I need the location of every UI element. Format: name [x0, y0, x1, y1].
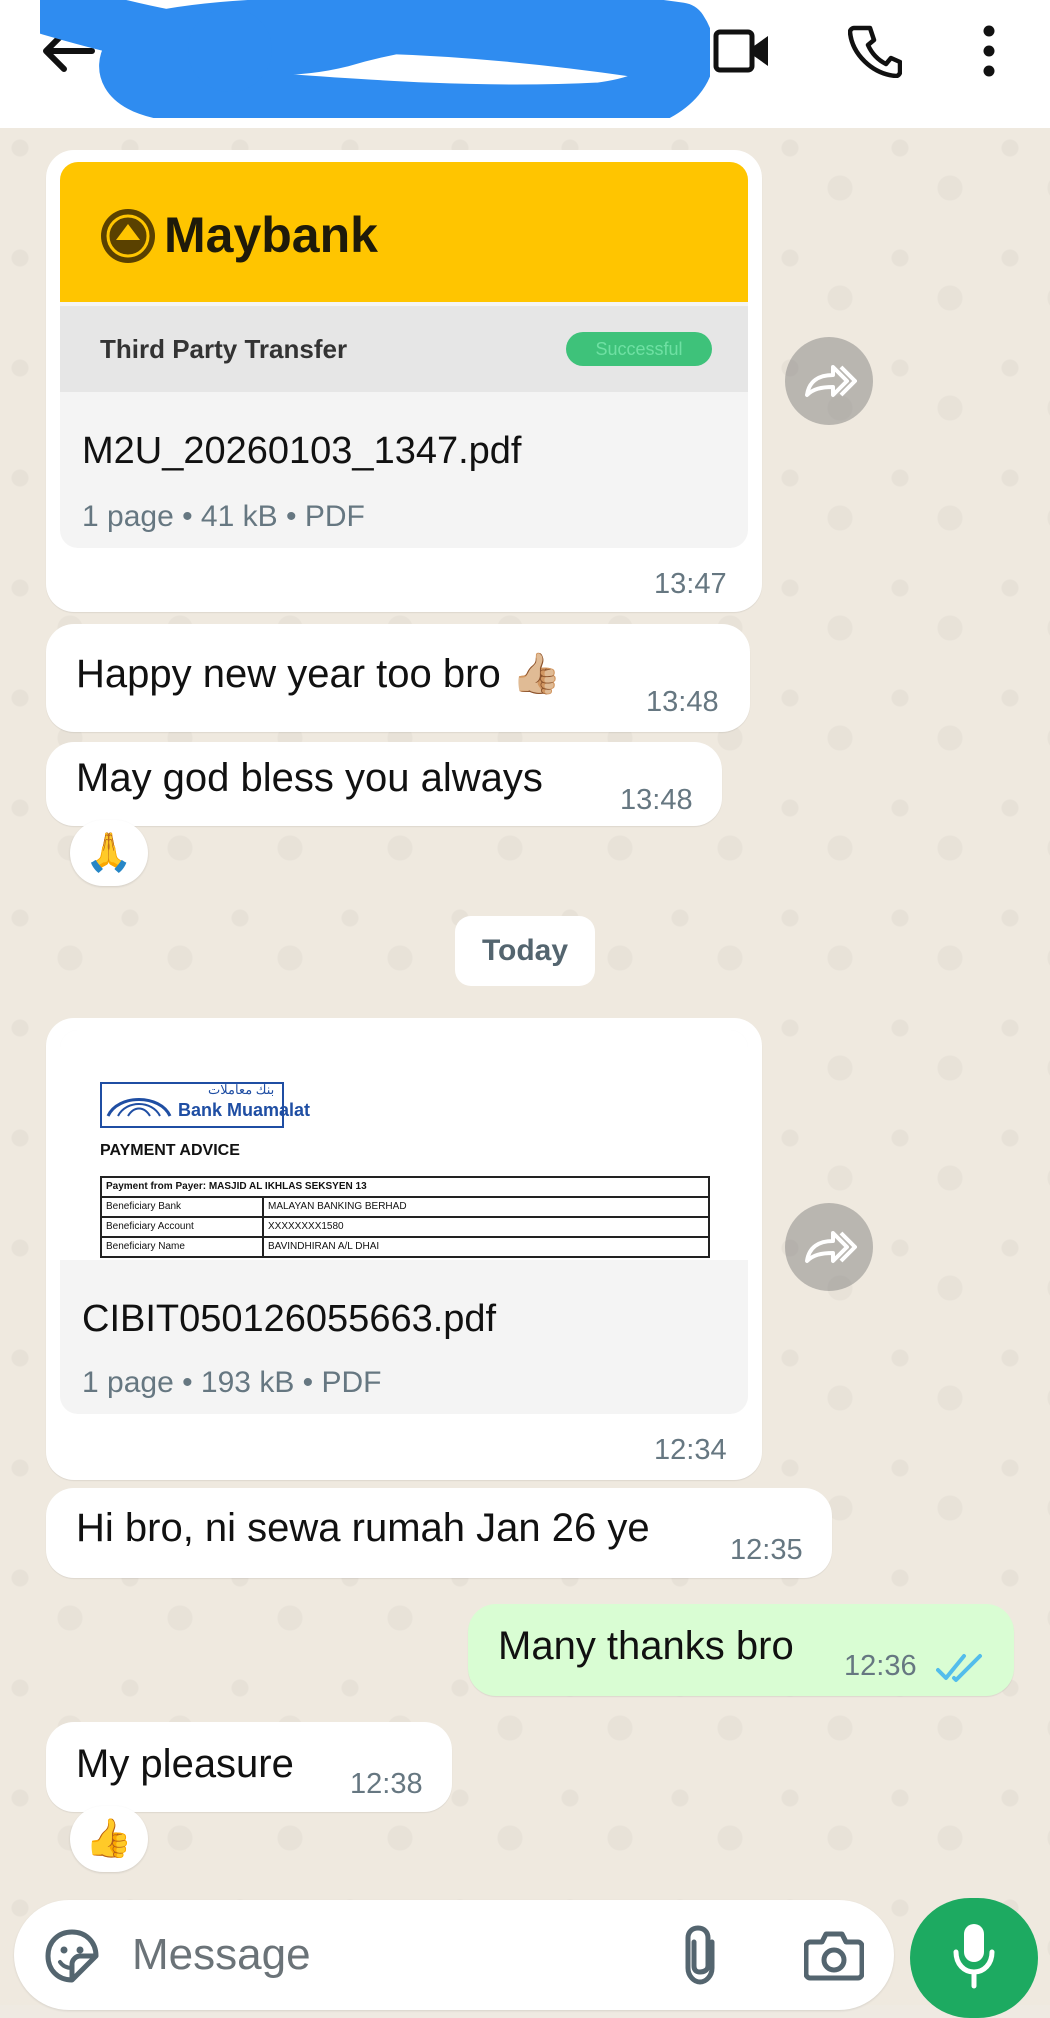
- message-time: 13:47: [654, 568, 727, 600]
- incoming-message-bubble[interactable]: Happy new year too bro 👍🏼 13:48: [46, 624, 750, 732]
- voice-message-button[interactable]: [910, 1898, 1038, 2018]
- reaction-badge[interactable]: 🙏: [70, 820, 148, 886]
- document-meta: 1 page • 193 kB • PDF: [82, 1366, 382, 1399]
- status-badge: Successful: [566, 332, 712, 366]
- incoming-message-bubble[interactable]: Hi bro, ni sewa rumah Jan 26 ye 12:35: [46, 1488, 832, 1578]
- chat-header: [0, 0, 1050, 128]
- table-cell: XXXXXXXX1580: [262, 1218, 344, 1236]
- forward-button[interactable]: [785, 337, 873, 425]
- incoming-message-bubble[interactable]: May god bless you always 13:48: [46, 742, 722, 826]
- bank-muamalat-arabic: بنك معاملات: [208, 1082, 275, 1097]
- document-meta: 1 page • 41 kB • PDF: [82, 500, 365, 533]
- paperclip-icon[interactable]: [680, 1924, 724, 1986]
- message-time: 12:38: [350, 1768, 423, 1800]
- message-text: My pleasure: [76, 1742, 294, 1786]
- message-input[interactable]: [130, 1926, 654, 1984]
- table-cell: BAVINDHIRAN A/L DHAI: [262, 1238, 379, 1256]
- video-camera-icon[interactable]: [712, 26, 772, 76]
- forward-button[interactable]: [785, 1203, 873, 1291]
- maybank-brand: Maybank: [164, 207, 378, 263]
- message-text: May god bless you always: [76, 756, 543, 800]
- reaction-badge[interactable]: 👍: [70, 1806, 148, 1872]
- message-time: 13:48: [620, 784, 693, 816]
- document-preview-card[interactable]: Bank Muamalat بنك معاملات PAYMENT ADVICE…: [60, 1030, 748, 1414]
- camera-icon[interactable]: [804, 1928, 864, 1982]
- message-time: 12:36: [844, 1650, 917, 1682]
- message-composer: [14, 1900, 894, 2010]
- table-row: Payment from Payer: MASJID AL IKHLAS SEK…: [102, 1178, 708, 1198]
- bank-muamalat-logo: Bank Muamalat بنك معاملات: [100, 1082, 310, 1128]
- document-message-bubble[interactable]: Maybank Third Party Transfer Successful …: [46, 150, 762, 612]
- table-cell: Beneficiary Name: [106, 1241, 185, 1252]
- outgoing-message-bubble[interactable]: Many thanks bro 12:36: [468, 1604, 1014, 1696]
- message-text: Hi bro, ni sewa rumah Jan 26 ye: [76, 1506, 650, 1550]
- day-divider: Today: [455, 916, 595, 986]
- message-text: Many thanks bro: [498, 1624, 794, 1668]
- more-vertical-icon[interactable]: [978, 24, 1000, 78]
- sticker-icon[interactable]: [44, 1928, 100, 1984]
- table-cell: Payment from Payer: MASJID AL IKHLAS SEK…: [106, 1181, 367, 1192]
- table-row: Beneficiary Name BAVINDHIRAN A/L DHAI: [102, 1238, 708, 1258]
- message-time: 12:34: [654, 1434, 727, 1466]
- incoming-message-bubble[interactable]: My pleasure 12:38: [46, 1722, 452, 1812]
- forward-icon: [805, 1231, 857, 1263]
- read-receipt-icon: [936, 1654, 982, 1682]
- table-cell: MALAYAN BANKING BERHAD: [262, 1198, 407, 1216]
- forward-icon: [805, 365, 857, 397]
- payment-advice-title: PAYMENT ADVICE: [100, 1142, 240, 1159]
- bank-muamalat-name: Bank Muamalat: [178, 1100, 311, 1120]
- message-time: 13:48: [646, 686, 719, 718]
- maybank-logo-icon: [101, 209, 155, 263]
- table-cell: Beneficiary Account: [106, 1221, 194, 1232]
- message-text: Happy new year too bro 👍🏼: [76, 652, 562, 696]
- document-filename: CIBIT050126055663.pdf: [82, 1298, 497, 1340]
- message-time: 12:35: [730, 1534, 803, 1566]
- document-filename: M2U_20260103_1347.pdf: [82, 430, 522, 472]
- document-message-bubble[interactable]: Bank Muamalat بنك معاملات PAYMENT ADVICE…: [46, 1018, 762, 1480]
- document-preview-card[interactable]: Maybank Third Party Transfer Successful …: [60, 162, 748, 548]
- table-row: Beneficiary Bank MALAYAN BANKING BERHAD: [102, 1198, 708, 1218]
- payment-advice-table: Payment from Payer: MASJID AL IKHLAS SEK…: [100, 1176, 710, 1258]
- phone-icon[interactable]: [848, 24, 902, 78]
- receipt-subtitle: Third Party Transfer: [100, 334, 348, 364]
- redaction-scribble: [40, 0, 710, 118]
- table-cell: Beneficiary Bank: [106, 1201, 182, 1212]
- bank-muamalat-logo-icon: [106, 1098, 172, 1117]
- microphone-icon: [953, 1924, 995, 1989]
- table-row: Beneficiary Account XXXXXXXX1580: [102, 1218, 708, 1238]
